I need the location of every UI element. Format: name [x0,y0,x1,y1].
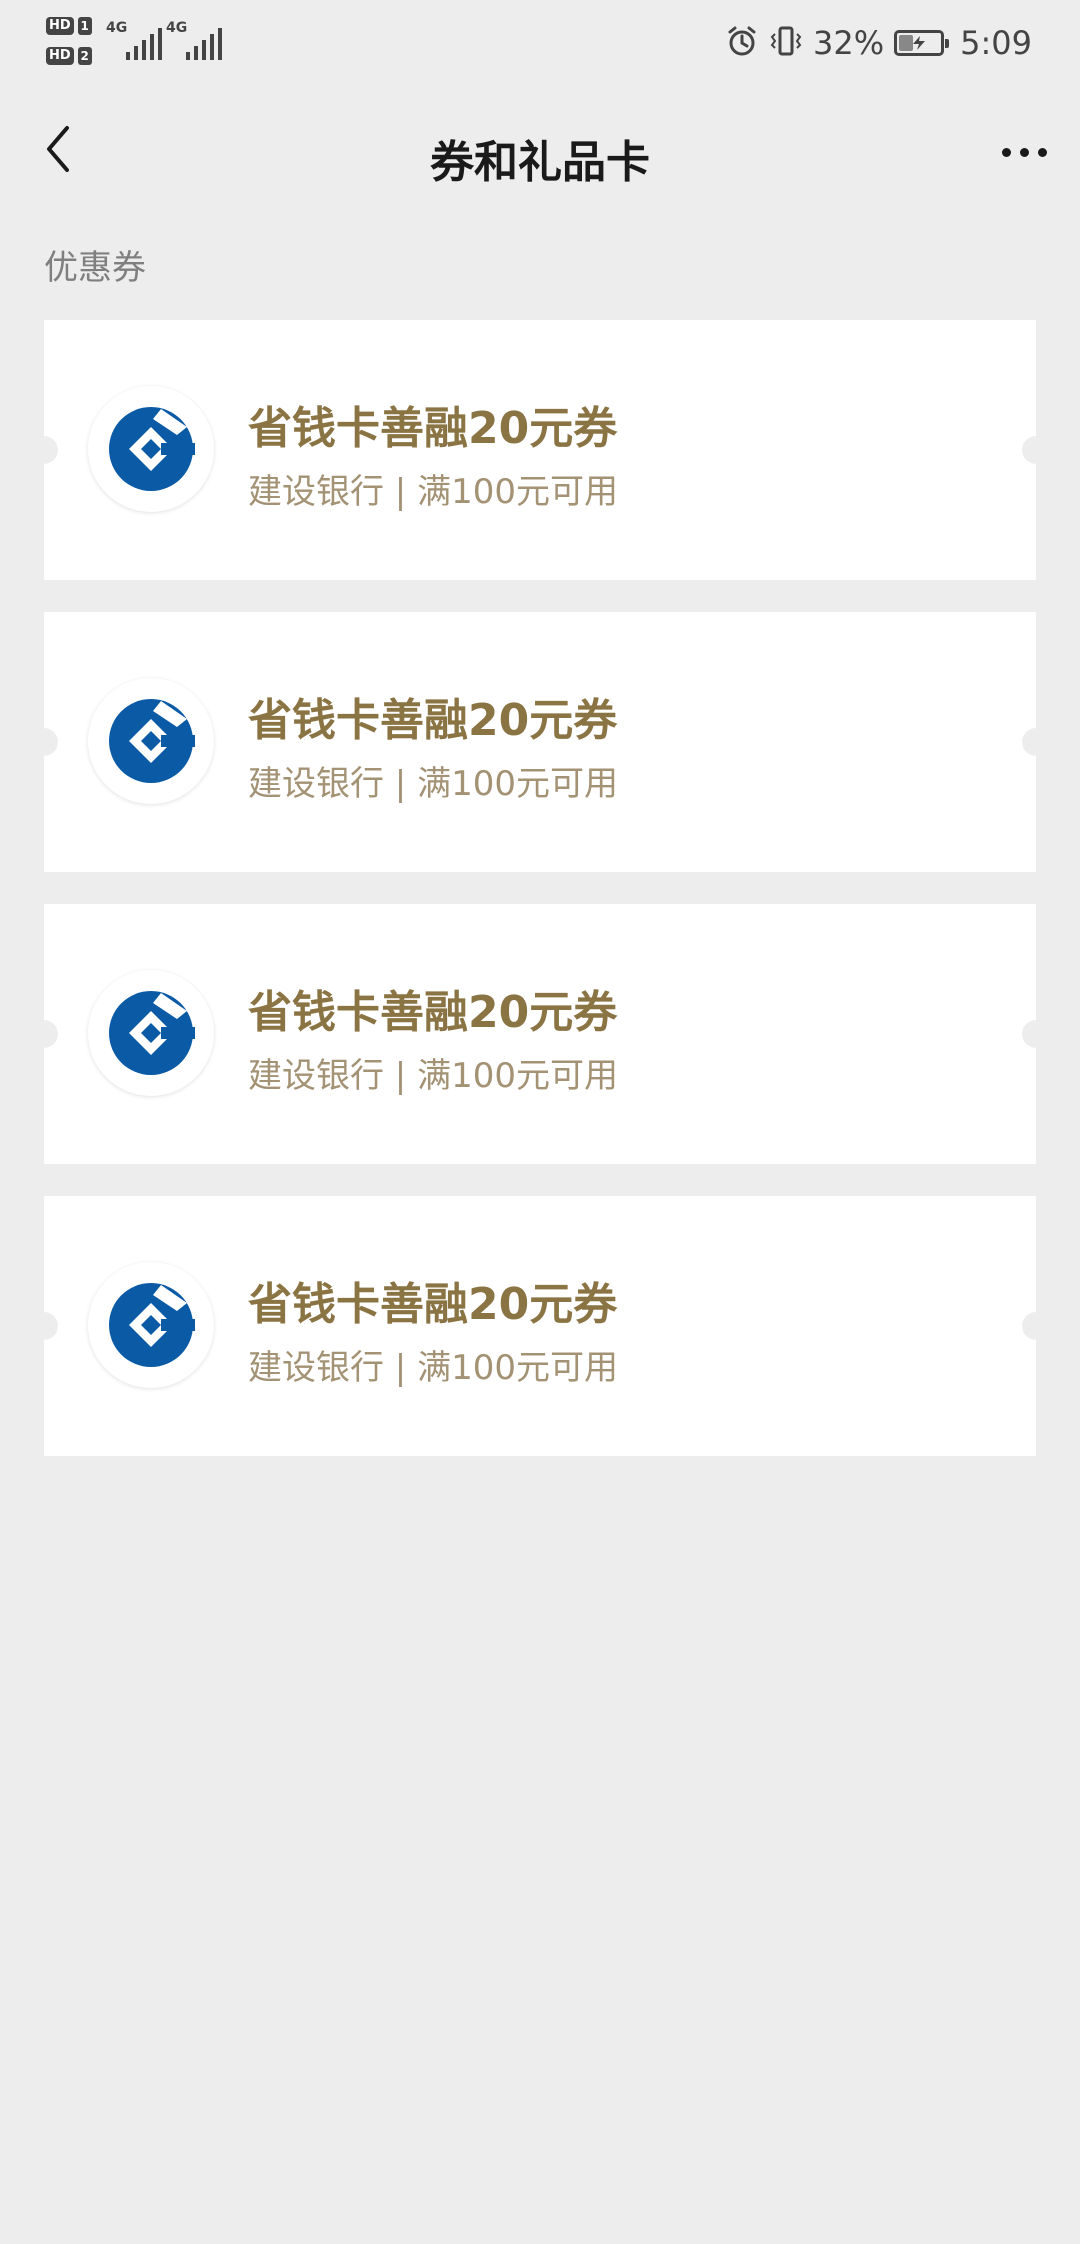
coupon-card[interactable]: 省钱卡善融20元券 建设银行 | 满100元可用 [30,1196,1050,1456]
section-label-coupons: 优惠券 [44,248,146,288]
status-right-group: 32% 5:09 [725,20,1032,66]
ticket-notch [1022,436,1050,464]
signal-strength-2: 4G [166,20,222,60]
signal-bars-icon [126,28,162,60]
more-dots-icon [1019,147,1029,157]
signal-bars-icon [186,28,222,60]
clock-time: 5:09 [960,24,1032,62]
nav-bar: 券和礼品卡 [0,100,1080,202]
network-type: 4G [106,20,128,36]
ccb-logo-icon [88,970,214,1096]
ticket-notch [30,728,58,756]
page-title: 券和礼品卡 [430,137,650,188]
ccb-logo-icon [88,386,214,512]
coupon-list: 省钱卡善融20元券 建设银行 | 满100元可用 省钱卡善融20元券 建设银行 … [30,320,1050,1488]
sim-indicators: HD 1 HD 2 [46,14,98,70]
hd-badge: HD [46,47,74,65]
status-bar: HD 1 HD 2 4G 4G 32% 5:09 [0,0,1080,86]
hd-badge: HD [46,17,74,35]
ccb-logo-icon [88,1262,214,1388]
coupon-card[interactable]: 省钱卡善融20元券 建设银行 | 满100元可用 [30,612,1050,872]
coupon-title: 省钱卡善融20元券 [248,403,618,454]
coupon-subtitle: 建设银行 | 满100元可用 [248,1056,618,1096]
battery-charging-icon [894,30,950,56]
ticket-notch [1022,1020,1050,1048]
network-type: 4G [166,20,188,36]
coupon-title: 省钱卡善融20元券 [248,695,618,746]
ccb-logo-icon [88,678,214,804]
ticket-notch [1022,1312,1050,1340]
sim-number: 1 [77,17,92,35]
sim-number: 2 [77,47,92,65]
coupon-subtitle: 建设银行 | 满100元可用 [248,472,618,512]
more-dots-icon [1001,147,1011,157]
battery-percent: 32% [813,24,885,62]
more-options-button[interactable] [992,122,1056,182]
coupon-card[interactable]: 省钱卡善融20元券 建设银行 | 满100元可用 [30,320,1050,580]
more-dots-icon [1037,147,1047,157]
alarm-icon [725,24,759,62]
coupon-subtitle: 建设银行 | 满100元可用 [248,1348,618,1388]
coupon-title: 省钱卡善融20元券 [248,1279,618,1330]
coupon-subtitle: 建设银行 | 满100元可用 [248,764,618,804]
ticket-notch [30,436,58,464]
coupon-title: 省钱卡善融20元券 [248,987,618,1038]
ticket-notch [30,1312,58,1340]
ticket-notch [1022,728,1050,756]
signal-strength-1: 4G [106,20,162,60]
vibrate-icon [769,24,803,62]
coupon-card[interactable]: 省钱卡善融20元券 建设银行 | 满100元可用 [30,904,1050,1164]
ticket-notch [30,1020,58,1048]
